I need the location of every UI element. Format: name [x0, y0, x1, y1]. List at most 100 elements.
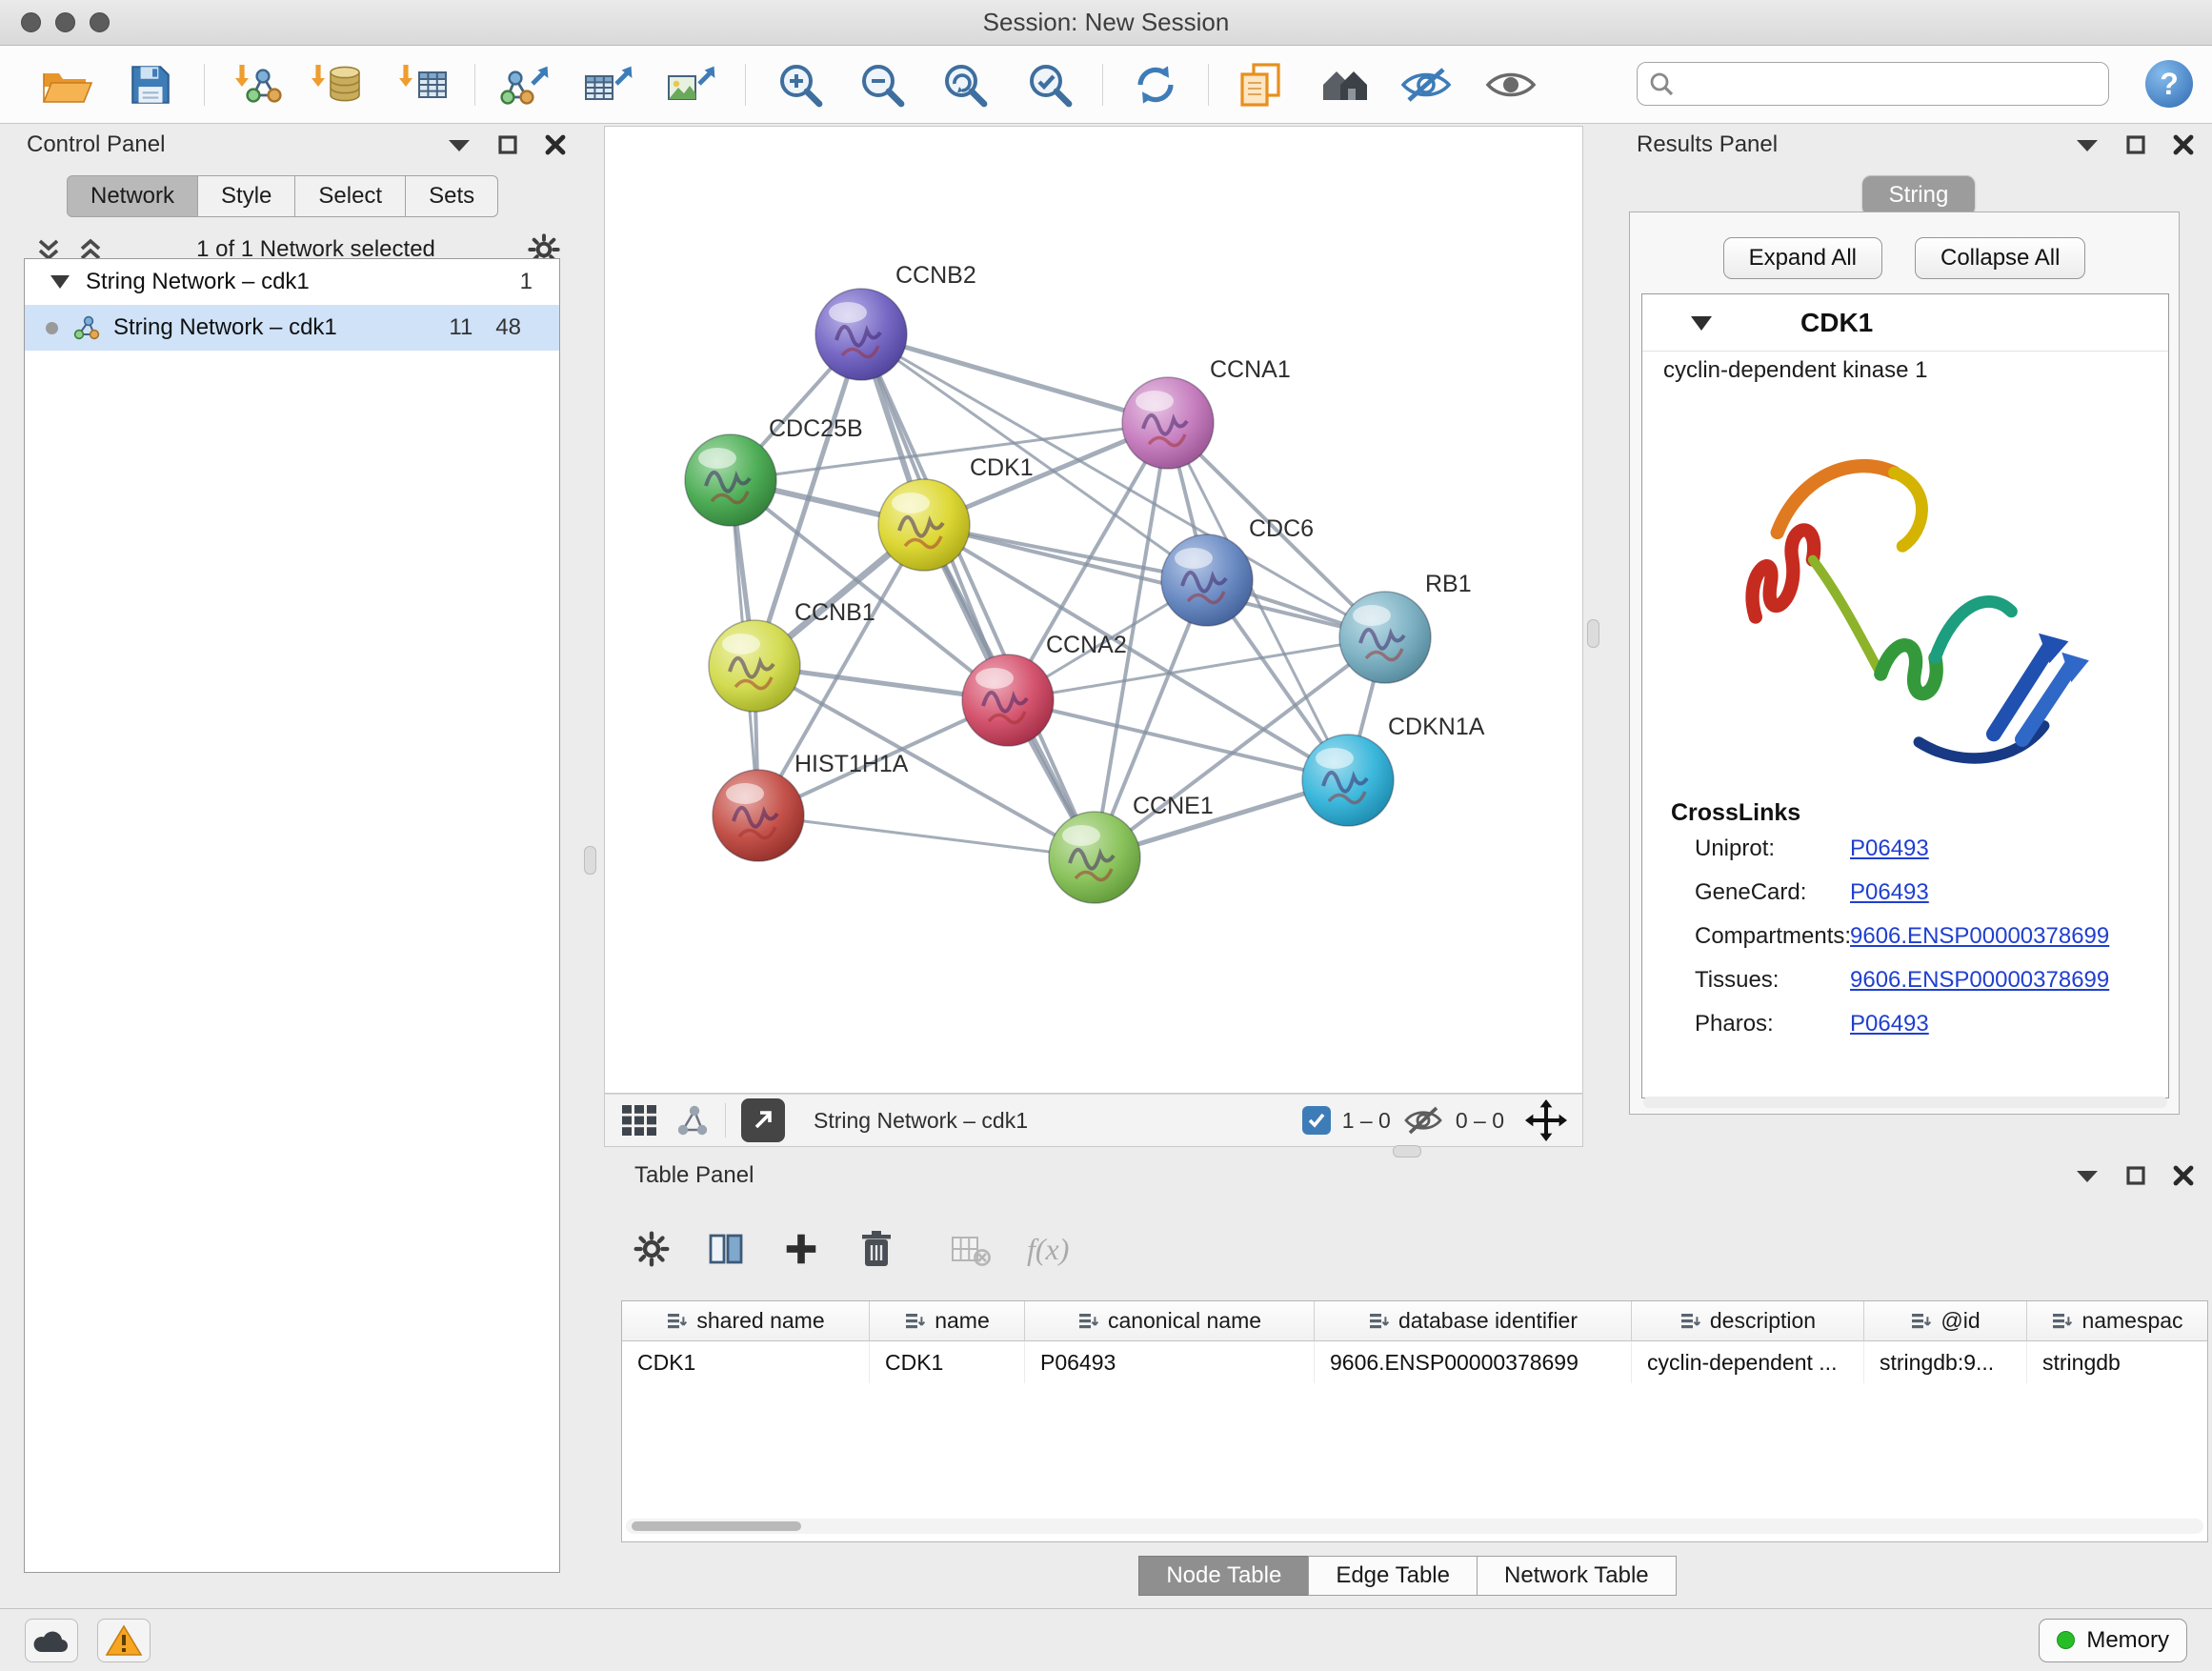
network-collection-row[interactable]: String Network – cdk1 1 — [25, 259, 559, 305]
tab-style[interactable]: Style — [198, 175, 295, 217]
import-table-file-button[interactable] — [394, 54, 455, 115]
export-network-button[interactable] — [494, 54, 555, 115]
grid-view-icon[interactable] — [620, 1103, 658, 1137]
show-all-button[interactable] — [1480, 54, 1541, 115]
network-tree: String Network – cdk1 1 String Network –… — [24, 258, 560, 1573]
tab-network-table[interactable]: Network Table — [1477, 1556, 1677, 1596]
tab-edge-table[interactable]: Edge Table — [1308, 1556, 1478, 1596]
section-collapse-triangle-icon[interactable] — [1690, 313, 1713, 332]
export-table-button[interactable] — [576, 54, 637, 115]
memory-button[interactable]: Memory — [2039, 1619, 2187, 1662]
pharos-link[interactable]: P06493 — [1850, 1011, 1929, 1037]
crosslink-row: GeneCard: P06493 — [1671, 871, 2168, 915]
cloud-services-button[interactable] — [25, 1619, 78, 1662]
results-tab-string[interactable]: String — [1862, 175, 1976, 215]
float-panel-icon[interactable] — [2125, 1165, 2146, 1186]
hide-selected-button[interactable] — [1396, 54, 1457, 115]
tab-select[interactable]: Select — [295, 175, 406, 217]
network-node-ccna1[interactable]: CCNA1 — [1122, 356, 1291, 469]
network-edge[interactable] — [758, 815, 1095, 857]
help-button[interactable]: ? — [2145, 60, 2193, 108]
compartments-link[interactable]: 9606.ENSP00000378699 — [1850, 923, 2109, 950]
float-panel-icon[interactable] — [2125, 134, 2146, 155]
add-column-plus-icon[interactable] — [781, 1229, 821, 1269]
hidden-items-eye-slash-icon — [1402, 1104, 1444, 1137]
minimize-window-button[interactable] — [55, 12, 75, 32]
column-header-label: shared name — [696, 1308, 824, 1334]
table-horizontal-scrollbar[interactable] — [626, 1519, 2203, 1534]
network-row-selected[interactable]: String Network – cdk1 11 48 — [25, 305, 559, 351]
copy-document-button[interactable] — [1230, 54, 1291, 115]
tissues-link[interactable]: 9606.ENSP00000378699 — [1850, 967, 2109, 994]
show-columns-icon[interactable] — [707, 1230, 745, 1268]
zoom-in-button[interactable] — [770, 54, 831, 115]
cell-shared-name: CDK1 — [622, 1341, 870, 1383]
birds-eye-view-icon[interactable] — [674, 1103, 710, 1137]
open-in-new-window-button[interactable] — [741, 1098, 785, 1142]
column-header-database-identifier[interactable]: database identifier — [1315, 1301, 1632, 1341]
close-panel-icon[interactable] — [2172, 1164, 2195, 1187]
crosslink-row: Tissues: 9606.ENSP00000378699 — [1671, 958, 2168, 1002]
genecard-link[interactable]: P06493 — [1850, 879, 1929, 906]
column-header-canonical-name[interactable]: canonical name — [1025, 1301, 1315, 1341]
maximize-window-button[interactable] — [90, 12, 110, 32]
network-node-cdkn1a[interactable]: CDKN1A — [1302, 714, 1485, 826]
control-panel-tabs: Network Style Select Sets — [67, 175, 588, 217]
network-canvas[interactable]: CCNB2CCNA1CDC25BCDK1CDC6RB1CCNB1CCNA2CDK… — [605, 127, 1582, 1093]
column-header-description[interactable]: description — [1632, 1301, 1864, 1341]
scrollbar-thumb[interactable] — [632, 1521, 801, 1531]
network-node-cdc25b[interactable]: CDC25B — [685, 415, 863, 526]
pan-crosshair-icon[interactable] — [1525, 1099, 1567, 1141]
save-session-button[interactable] — [120, 54, 181, 115]
network-edge[interactable] — [861, 334, 1168, 423]
import-network-database-button[interactable] — [307, 54, 368, 115]
search-icon — [1649, 71, 1674, 96]
tab-node-table[interactable]: Node Table — [1138, 1556, 1309, 1596]
selected-items-checkbox[interactable] — [1302, 1106, 1331, 1135]
table-row[interactable]: CDK1 CDK1 P06493 9606.ENSP00000378699 cy… — [622, 1341, 2207, 1383]
close-panel-icon[interactable] — [2172, 133, 2195, 156]
column-header-id[interactable]: @id — [1864, 1301, 2027, 1341]
column-header-name[interactable]: name — [870, 1301, 1025, 1341]
bottom-splitter-handle[interactable] — [1393, 1145, 1421, 1158]
close-window-button[interactable] — [21, 12, 41, 32]
zoom-selected-button[interactable] — [1019, 54, 1080, 115]
collapse-all-button[interactable]: Collapse All — [1915, 237, 2085, 279]
panel-menu-chevron-icon[interactable] — [447, 136, 472, 153]
zoom-fit-button[interactable] — [935, 54, 995, 115]
panel-menu-chevron-icon[interactable] — [2075, 136, 2100, 153]
table-toolbar: f(x) — [633, 1214, 1069, 1284]
export-image-icon — [663, 61, 716, 109]
left-splitter-handle[interactable] — [584, 846, 596, 875]
column-header-shared-name[interactable]: shared name — [622, 1301, 870, 1341]
column-header-namespace[interactable]: namespac — [2027, 1301, 2207, 1341]
float-panel-icon[interactable] — [497, 134, 518, 155]
apply-layout-button[interactable] — [1125, 54, 1186, 115]
protein-section-header[interactable]: CDK1 — [1642, 294, 2168, 352]
table-options-gear-icon[interactable] — [633, 1230, 671, 1268]
delete-column-trash-icon[interactable] — [857, 1228, 895, 1270]
network-edge[interactable] — [861, 334, 1095, 857]
warnings-button[interactable] — [97, 1619, 151, 1662]
network-node-hist1h1a[interactable]: HIST1H1A — [713, 751, 909, 861]
expand-all-button[interactable]: Expand All — [1723, 237, 1882, 279]
home-views-button[interactable] — [1314, 54, 1375, 115]
open-session-button[interactable] — [36, 54, 97, 115]
zoom-out-button[interactable] — [852, 54, 913, 115]
uniprot-link[interactable]: P06493 — [1850, 836, 1929, 862]
export-image-button[interactable] — [659, 54, 720, 115]
tab-sets[interactable]: Sets — [406, 175, 498, 217]
panel-menu-chevron-icon[interactable] — [2075, 1167, 2100, 1184]
collection-expander-icon[interactable] — [50, 273, 70, 291]
close-panel-icon[interactable] — [544, 133, 567, 156]
network-node-cdc6[interactable]: CDC6 — [1161, 515, 1314, 626]
network-edge[interactable] — [1008, 700, 1348, 780]
tab-network[interactable]: Network — [67, 175, 198, 217]
node-label-ccna2: CCNA2 — [1046, 632, 1127, 658]
network-node-rb1[interactable]: RB1 — [1339, 571, 1472, 683]
right-splitter-handle[interactable] — [1587, 619, 1599, 648]
network-node-cdk1[interactable]: CDK1 — [878, 454, 1034, 571]
results-horizontal-scrollbar[interactable] — [1643, 1097, 2167, 1108]
search-input[interactable] — [1681, 71, 2108, 97]
import-network-file-button[interactable] — [227, 54, 288, 115]
